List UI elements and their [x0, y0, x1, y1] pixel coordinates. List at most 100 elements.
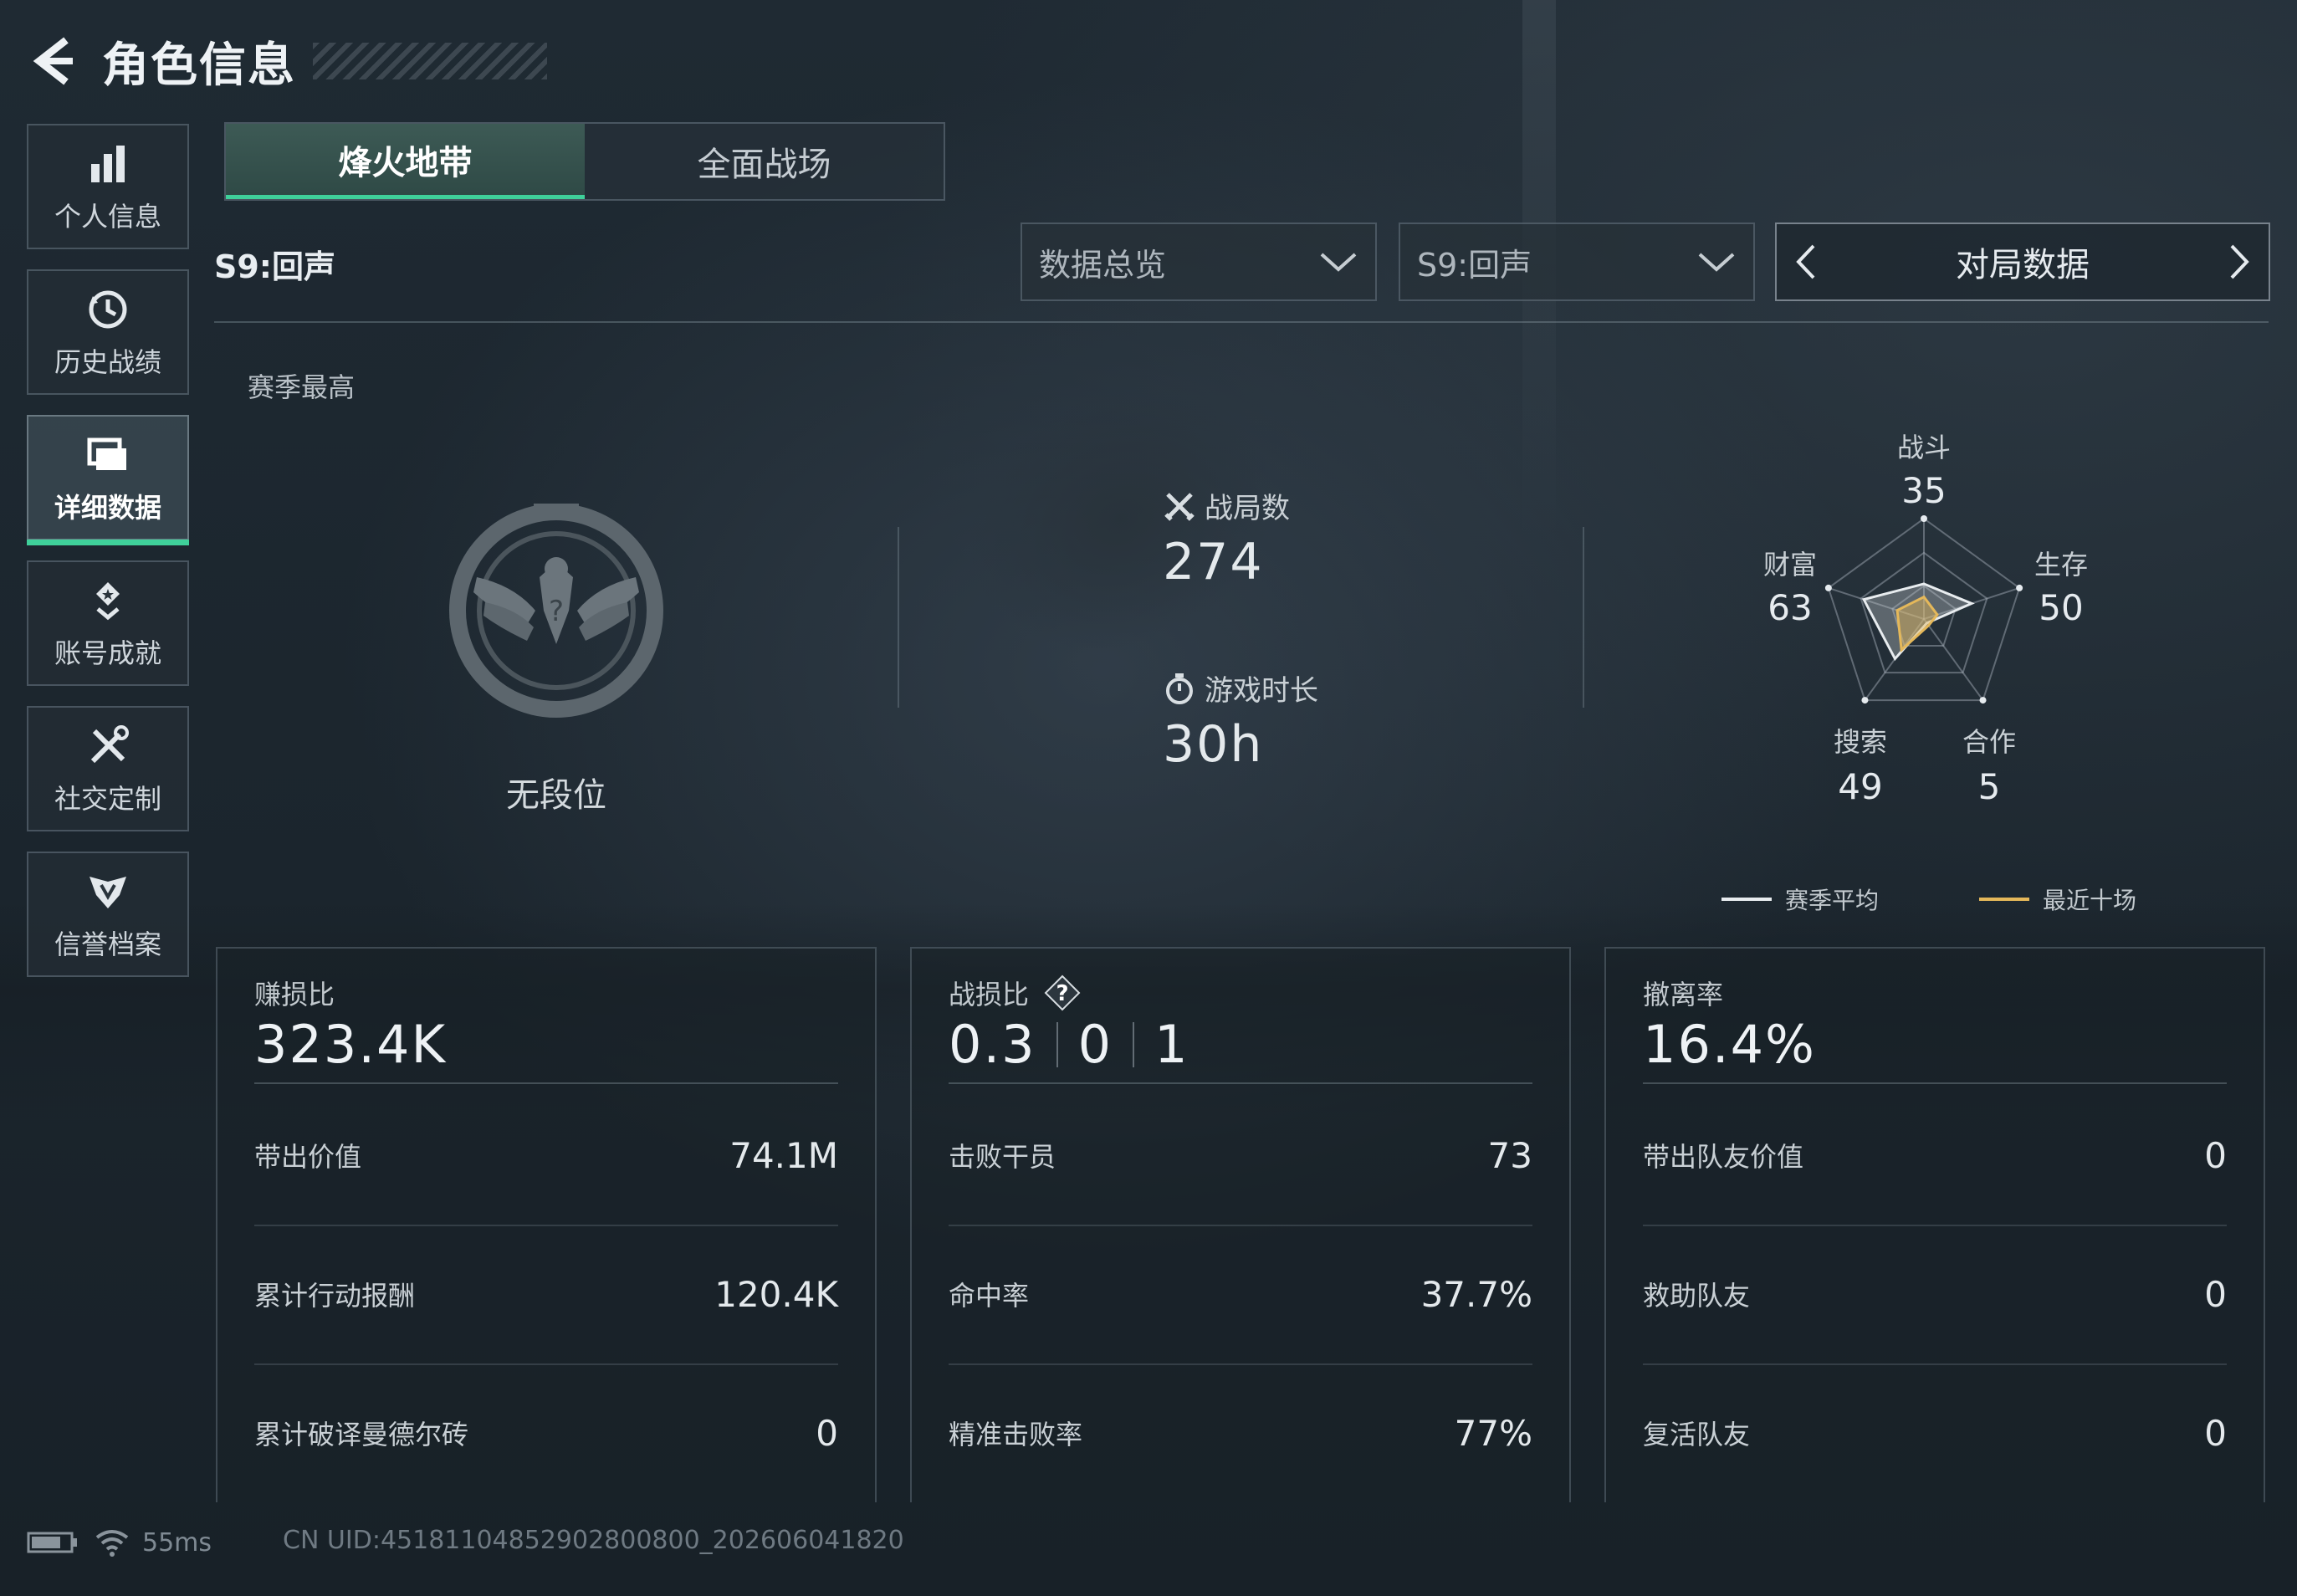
crossed-swords-icon	[1164, 492, 1195, 521]
radar-label-search: 搜索	[1833, 726, 1887, 758]
nav-label: 个人信息	[54, 201, 161, 233]
playtime-value: 30h	[1163, 715, 1264, 774]
bar-chart-icon	[91, 146, 125, 182]
season-dropdown[interactable]: S9:回声	[1399, 223, 1755, 301]
help-icon[interactable]: ?	[1044, 974, 1081, 1011]
radar-label-wealth: 财富	[1762, 549, 1817, 581]
row-value: 37.7%	[1420, 1273, 1532, 1315]
nav-item-achievements[interactable]: 账号成就	[27, 560, 189, 686]
season-label: S9:回声	[214, 248, 336, 285]
card-main-value: 323.4K	[254, 1014, 448, 1075]
legend-label: 最近十场	[2043, 887, 2137, 914]
kill-death-card: 战损比 ? 0.3 0 1 击败干员 73 命中率 37.7% 精准击败率 77…	[910, 947, 1571, 1502]
view-switcher: 对局数据	[1775, 223, 2270, 301]
nav-label: 账号成就	[54, 637, 161, 669]
playtime-label: 游戏时长	[1205, 674, 1318, 708]
vertical-divider	[898, 527, 899, 708]
stat-row: 命中率 37.7%	[949, 1225, 1532, 1363]
radar-value-teamwork: 5	[1977, 766, 2001, 807]
tab-beacon-zone[interactable]: 烽火地带	[226, 124, 585, 199]
kd-deaths: 0	[1077, 1014, 1113, 1075]
value-separator	[1133, 1021, 1135, 1067]
radar-label-survival: 生存	[2034, 549, 2088, 581]
row-label: 累计破译曼德尔砖	[254, 1419, 469, 1450]
title-decoration	[313, 43, 547, 79]
ping-text: 55ms	[142, 1527, 212, 1558]
uid-text: CN UID:451811048529028008​00_20260604182…	[283, 1526, 904, 1555]
legend-label: 赛季平均	[1785, 887, 1880, 914]
nav-label: 社交定制	[54, 783, 161, 815]
rank-emblem-icon: ?	[449, 504, 663, 718]
nav-label: 详细数据	[54, 492, 161, 524]
row-label: 救助队友	[1643, 1280, 1751, 1312]
radar-axis-tip	[1979, 697, 1987, 704]
profit-loss-card: 赚损比 323.4K 带出价值 74.1M 累计行动报酬 120.4K 累计破译…	[216, 947, 877, 1502]
svg-text:?: ?	[549, 595, 564, 628]
stat-row: 累计行动报酬 120.4K	[254, 1225, 838, 1363]
dropdown-value: S9:回声	[1417, 246, 1532, 284]
stat-row: 复活队友 0	[1643, 1363, 2227, 1502]
stopwatch-icon	[1166, 673, 1193, 704]
nav-item-personal-info[interactable]: 个人信息	[27, 124, 189, 249]
previous-view-button[interactable]	[1777, 224, 1835, 299]
row-value: 0	[2204, 1134, 2227, 1176]
wifi-icon	[95, 1530, 129, 1557]
side-nav: 个人信息 历史战绩 详细数据 账号成就 社交定制 信誉档案	[27, 124, 191, 997]
row-value: 74.1M	[729, 1134, 838, 1176]
radar-label-combat: 战斗	[1896, 432, 1951, 463]
stat-row: 带出价值 74.1M	[254, 1086, 838, 1225]
stat-row: 击败干员 73	[949, 1086, 1532, 1225]
row-value: 73	[1487, 1134, 1532, 1176]
radar-value-combat: 35	[1901, 470, 1947, 511]
mode-tabs: 烽火地带 全面战场	[224, 122, 945, 201]
category-dropdown[interactable]: 数据总览	[1021, 223, 1377, 301]
page-title: 角色信息	[102, 38, 296, 93]
nav-item-social[interactable]: 社交定制	[27, 706, 189, 831]
stat-row: 救助队友 0	[1643, 1225, 2227, 1363]
chevron-right-icon	[2230, 244, 2249, 279]
radar-value-survival: 50	[2039, 587, 2084, 628]
stat-row: 带出队友价值 0	[1643, 1086, 2227, 1225]
dropdown-value: 数据总览	[1039, 246, 1167, 284]
nav-item-reputation[interactable]: 信誉档案	[27, 852, 189, 977]
tab-full-battlefield[interactable]: 全面战场	[585, 124, 944, 199]
nav-item-history[interactable]: 历史战绩	[27, 269, 189, 395]
status-bar: 55ms	[27, 1524, 212, 1561]
nav-item-detailed-data[interactable]: 详细数据	[27, 415, 189, 545]
chevron-down-icon	[1698, 253, 1735, 272]
history-clock-icon	[89, 290, 127, 329]
section-divider	[214, 321, 2269, 323]
ability-radar-chart: 战斗 35 生存 50 合作 5 搜索 49 财富 63	[1715, 418, 2133, 820]
chevron-left-icon	[1796, 244, 1815, 279]
card-divider	[1643, 1082, 2227, 1084]
matches-stat: 战局数 274	[1163, 485, 1290, 591]
card-main-value: 0.3 0 1	[949, 1014, 1189, 1075]
back-button[interactable]	[25, 23, 84, 99]
matches-label: 战局数	[1205, 492, 1290, 525]
card-title: 撤离率	[1643, 979, 1724, 1010]
card-main-value: 16.4%	[1643, 1014, 1816, 1075]
chevron-down-icon	[1320, 253, 1357, 272]
radar-value-wealth: 63	[1768, 587, 1813, 628]
data-cards-icon	[87, 437, 126, 470]
value-separator	[1056, 1021, 1058, 1067]
stat-row: 精准击败率 77%	[949, 1363, 1532, 1502]
row-label: 带出队友价值	[1643, 1141, 1804, 1173]
row-value: 120.4K	[714, 1273, 838, 1315]
legend-recent-10: 最近十场	[1979, 882, 2136, 916]
row-label: 复活队友	[1643, 1419, 1751, 1450]
rank-name: 无段位	[506, 776, 606, 815]
matches-value: 274	[1163, 533, 1264, 591]
radar-value-search: 49	[1838, 766, 1883, 807]
card-divider	[949, 1082, 1532, 1084]
legend-season-avg: 赛季平均	[1721, 882, 1879, 916]
vertical-divider	[1583, 527, 1584, 708]
row-label: 精准击败率	[949, 1419, 1083, 1450]
next-view-button[interactable]	[2210, 224, 2269, 299]
kd-kills: 0.3	[949, 1014, 1036, 1075]
card-divider	[254, 1082, 838, 1084]
row-label: 累计行动报酬	[254, 1280, 416, 1312]
battery-icon	[27, 1532, 77, 1553]
radar-axis-tip	[1861, 697, 1869, 704]
card-title-row: 战损比 ?	[949, 974, 1081, 1012]
